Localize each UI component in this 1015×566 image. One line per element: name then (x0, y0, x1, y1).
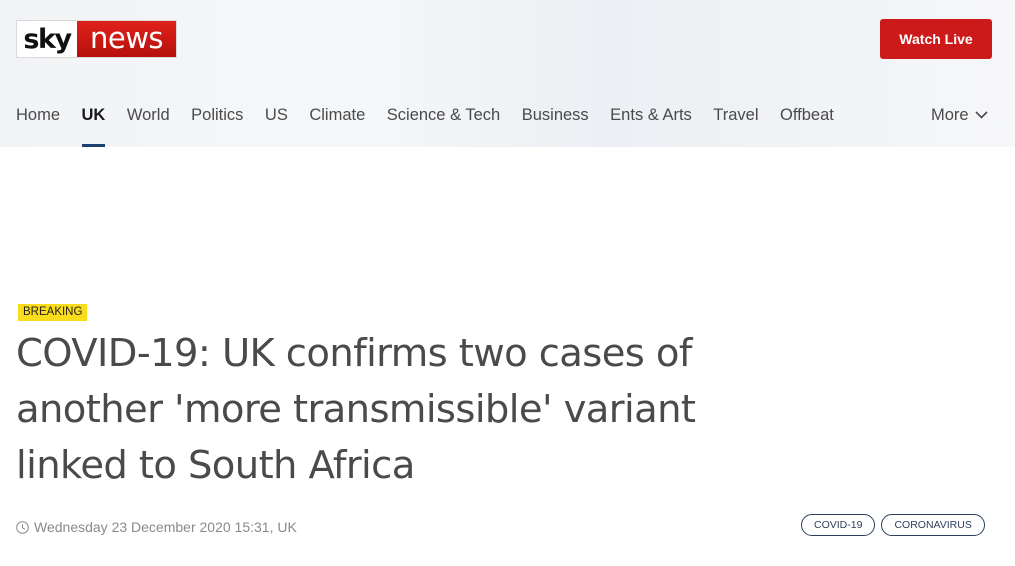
logo-sky-text: sky (17, 21, 77, 57)
dateline-text: Wednesday 23 December 2020 15:31, UK (34, 519, 297, 535)
article-tags: COVID-19 CORONAVIRUS (801, 514, 991, 536)
main-nav: Home UK World Politics US Climate Scienc… (16, 96, 855, 147)
site-header: sky news Watch Live Home UK World Politi… (0, 0, 1015, 147)
breaking-badge: BREAKING (18, 304, 88, 321)
clock-icon (16, 520, 29, 534)
logo-news-text: news (77, 21, 176, 57)
nav-more-label: More (931, 106, 969, 124)
sky-news-logo[interactable]: sky news (16, 20, 177, 58)
nav-item-business[interactable]: Business (522, 96, 589, 147)
nav-item-climate[interactable]: Climate (309, 96, 365, 147)
article-headline: COVID-19: UK confirms two cases of anoth… (16, 331, 696, 488)
nav-item-politics[interactable]: Politics (191, 96, 243, 147)
chevron-down-icon (975, 111, 988, 119)
article-dateline: Wednesday 23 December 2020 15:31, UK (16, 518, 297, 536)
watch-live-button[interactable]: Watch Live (880, 19, 992, 59)
nav-item-uk[interactable]: UK (81, 96, 105, 147)
nav-item-offbeat[interactable]: Offbeat (780, 96, 834, 147)
tag-covid-19[interactable]: COVID-19 (801, 514, 876, 536)
nav-item-world[interactable]: World (127, 96, 170, 147)
nav-item-ents-arts[interactable]: Ents & Arts (610, 96, 692, 147)
nav-item-us[interactable]: US (265, 96, 288, 147)
nav-item-travel[interactable]: Travel (713, 96, 758, 147)
tag-coronavirus[interactable]: CORONAVIRUS (881, 514, 985, 536)
nav-item-science-tech[interactable]: Science & Tech (387, 96, 500, 147)
nav-item-home[interactable]: Home (16, 96, 60, 147)
nav-more-button[interactable]: More (931, 96, 988, 134)
